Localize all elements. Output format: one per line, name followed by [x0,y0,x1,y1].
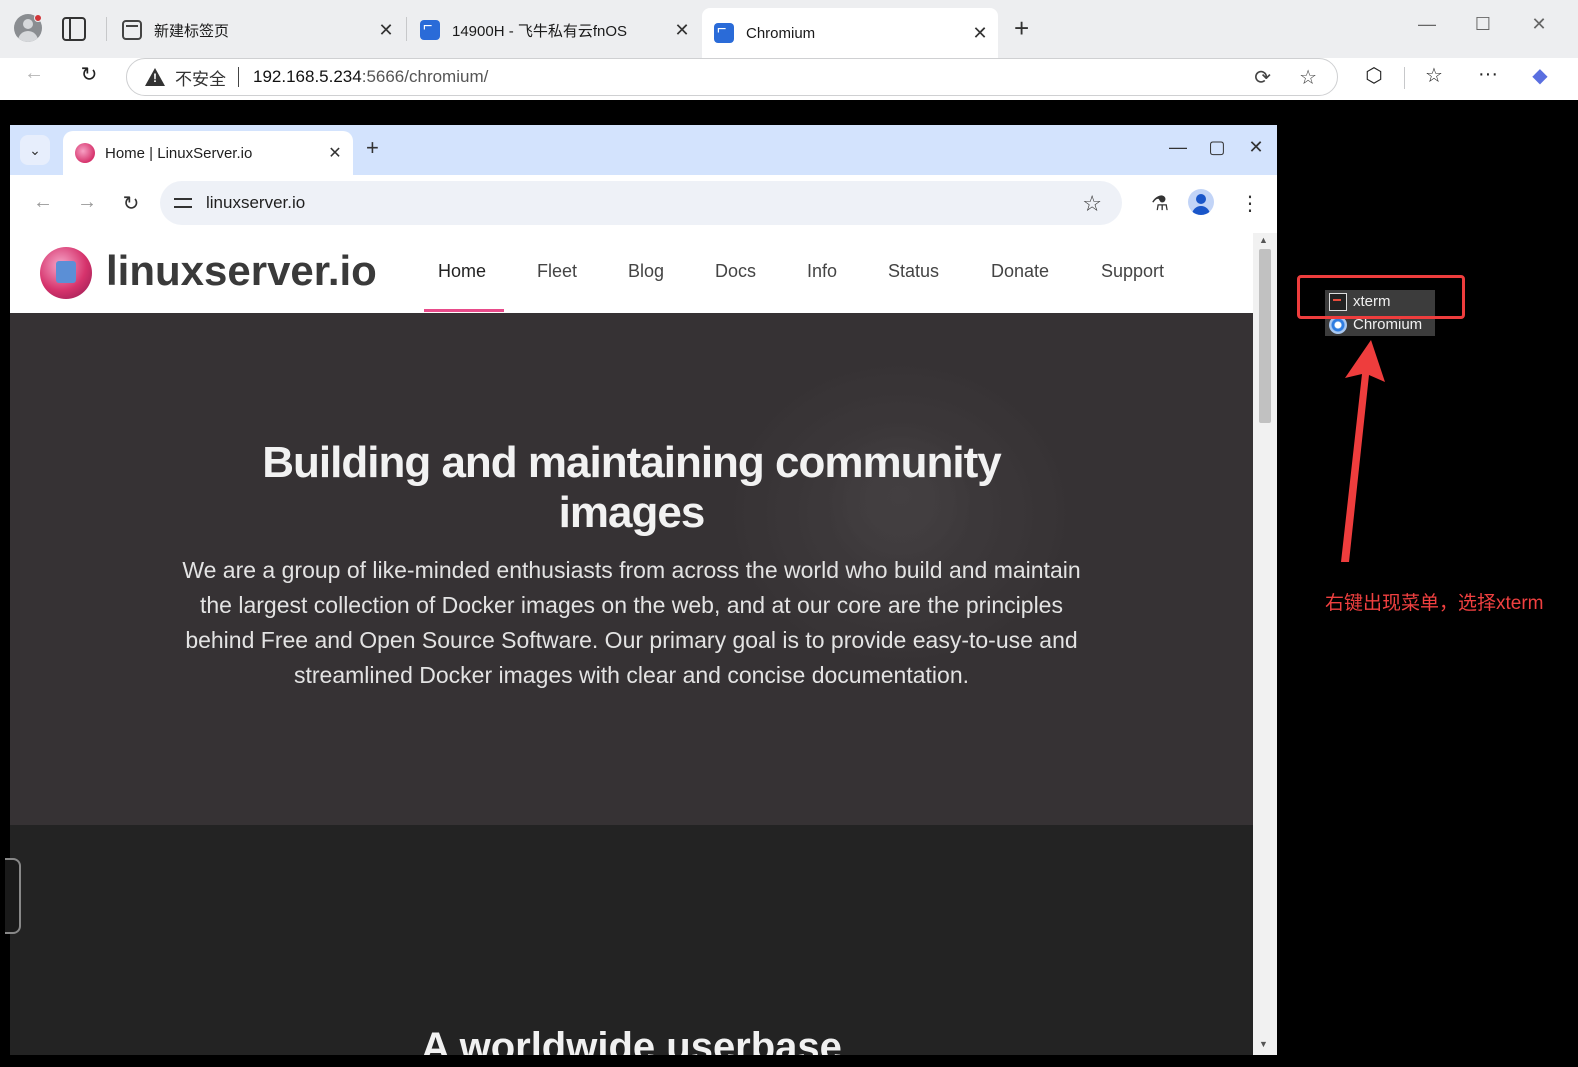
minimize-icon[interactable]: — [1412,14,1442,35]
omnibox-url: linuxserver.io [206,193,306,212]
profile-avatar-icon[interactable] [1188,189,1214,215]
more-menu-icon[interactable]: ··· [1474,63,1502,86]
close-icon[interactable]: ✕ [968,23,992,44]
nav-blog[interactable]: Blog [628,261,664,282]
page-viewport: linuxserver.io Home Fleet Blog Docs Info… [10,233,1253,1055]
reload-icon[interactable]: ↻ [118,191,144,216]
chromium-toolbar: ← → ↻ linuxserver.io ☆ ⚗ ⋮ [10,175,1277,233]
annotation-text: 右键出现菜单，选择xterm [1325,593,1544,614]
tab-separator [106,17,107,41]
tab-title: Chromium [746,24,816,42]
site-wordmark[interactable]: linuxserver.io [106,247,377,295]
active-nav-indicator [424,309,504,312]
annotation-highlight-box [1297,275,1465,319]
tab-search-icon[interactable]: ⌄ [20,135,50,165]
fnos-icon [420,18,440,40]
labs-flask-icon[interactable]: ⚗ [1147,191,1173,216]
toolbar-separator [1404,67,1405,89]
edge-toolbar: ← ↻ 不安全 192.168.5.234:5666/chromium/ ⟳ ☆… [0,58,1578,100]
address-bar[interactable]: 不安全 192.168.5.234:5666/chromium/ ⟳ ☆ [126,58,1338,96]
warning-icon [145,68,165,86]
chromium-tab-bar: ⌄ Home | LinuxServer.io ✕ + — ▢ ✕ [10,125,1277,175]
refresh-icon[interactable]: ↻ [75,62,103,87]
edge-tab-bar: 新建标签页 ✕ 14900H - 飞牛私有云fnOS ✕ Chromium ✕ … [0,0,1578,58]
hero-title: Building and maintaining community image… [262,438,1001,537]
nav-docs[interactable]: Docs [715,261,756,282]
maximize-icon[interactable]: ▢ [1205,137,1229,158]
close-icon[interactable]: ✕ [374,20,398,41]
site-header: linuxserver.io Home Fleet Blog Docs Info… [10,233,1253,313]
favorite-star-icon[interactable]: ☆ [1299,65,1317,90]
hero-section: Building and maintaining community image… [10,313,1253,825]
linuxserver-favicon-icon [75,143,95,163]
extensions-icon[interactable]: ⬡ [1360,63,1388,88]
hero-description: We are a group of like-minded enthusiast… [182,557,1081,688]
tab-chromium[interactable]: Chromium ✕ [702,8,998,58]
tab-title: Home | LinuxServer.io [105,144,253,162]
read-aloud-icon[interactable]: ⟳ [1254,65,1271,90]
scroll-thumb[interactable] [1259,249,1271,423]
nav-status[interactable]: Status [888,261,939,282]
address-divider [238,67,239,87]
tab-title: 14900H - 飞牛私有云fnOS [452,22,628,40]
tab-linuxserver-home[interactable]: Home | LinuxServer.io ✕ [63,131,353,175]
scroll-down-icon[interactable]: ▼ [1259,1039,1268,1049]
newtab-icon [122,20,142,40]
nav-fleet[interactable]: Fleet [537,261,577,282]
annotation-arrow-icon [1341,340,1385,562]
tab-title: 新建标签页 [154,22,230,40]
window-close-icon[interactable]: ✕ [1244,137,1268,158]
new-tab-button[interactable]: + [366,135,379,161]
tab-separator [406,17,407,41]
chromium-window: ⌄ Home | LinuxServer.io ✕ + — ▢ ✕ ← → ↻ … [10,125,1277,1055]
side-panel-handle[interactable] [5,858,21,934]
favorites-icon[interactable]: ☆ [1420,63,1448,88]
nav-info[interactable]: Info [807,261,837,282]
address-path: :5666/chromium/ [361,67,489,86]
back-icon[interactable]: ← [20,62,48,85]
fnos-icon [714,21,734,43]
tab-actions-icon[interactable] [62,17,86,41]
maximize-icon[interactable]: ☐ [1468,14,1498,35]
copilot-icon[interactable]: ◆ [1526,63,1554,88]
tab-new-tab[interactable]: 新建标签页 ✕ [110,8,404,52]
address-host: 192.168.5.234 [253,67,362,86]
section-heading: A worldwide userbase [421,1025,842,1055]
nav-donate[interactable]: Donate [991,261,1049,282]
close-icon[interactable]: ✕ [323,143,347,163]
minimize-icon[interactable]: — [1166,137,1190,158]
linuxserver-logo-icon[interactable] [40,247,92,299]
bookmark-star-icon[interactable]: ☆ [1082,191,1102,217]
security-label[interactable]: 不安全 [175,65,226,90]
omnibox[interactable]: linuxserver.io ☆ [160,181,1122,225]
tab-fnos[interactable]: 14900H - 飞牛私有云fnOS ✕ [408,8,700,52]
more-menu-icon[interactable]: ⋮ [1237,191,1263,216]
close-icon[interactable]: ✕ [670,20,694,41]
scroll-up-icon[interactable]: ▲ [1259,235,1268,245]
nav-home[interactable]: Home [438,261,486,282]
remote-desktop[interactable]: ⌄ Home | LinuxServer.io ✕ + — ▢ ✕ ← → ↻ … [5,100,1564,1060]
nav-support[interactable]: Support [1101,261,1164,282]
notification-dot [34,14,42,22]
userbase-section: A worldwide userbase [10,825,1253,1055]
back-icon[interactable]: ← [30,191,56,214]
page-scrollbar[interactable]: ▲ ▼ [1253,233,1277,1055]
new-tab-button[interactable]: + [1014,14,1029,42]
window-close-icon[interactable]: ✕ [1524,14,1554,35]
site-info-icon[interactable] [174,196,192,210]
forward-icon[interactable]: → [74,191,100,214]
